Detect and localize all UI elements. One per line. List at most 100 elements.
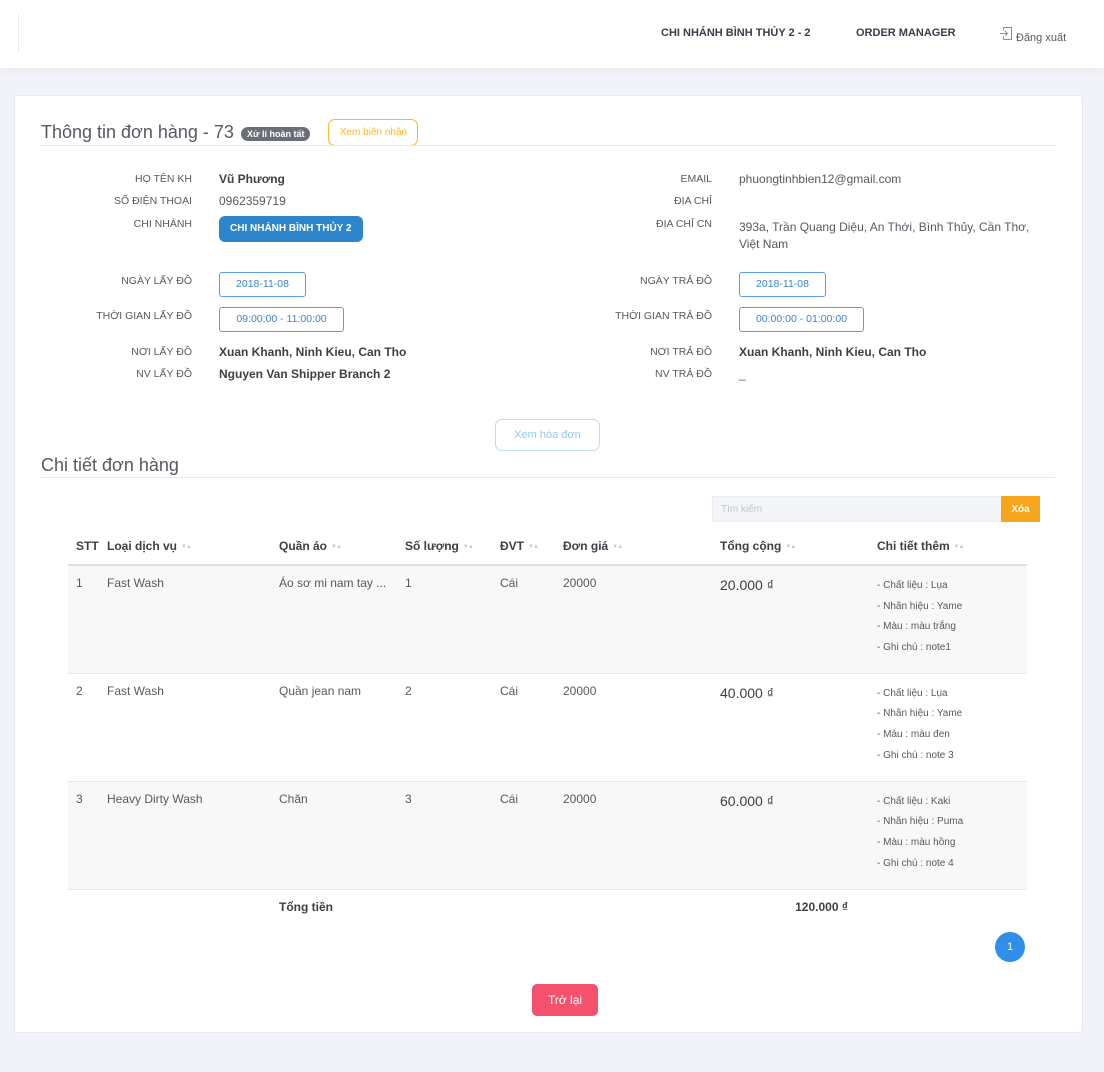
extra-material: - Chất liệu : Lụa bbox=[877, 687, 948, 699]
extra-color: - Màu : màu hồng bbox=[877, 836, 956, 848]
cell-service: Fast Wash bbox=[99, 564, 271, 673]
value-delivery-date: 2018-11-08 bbox=[739, 272, 826, 297]
navbar: CHI NHÁNH BÌNH THỦY 2 - 2 ORDER MANAGER … bbox=[0, 0, 1104, 68]
value-email: phuongtinhbien12@gmail.com bbox=[739, 172, 902, 186]
cell-clothing: Áo sơ mi nam tay ... bbox=[271, 564, 397, 673]
info-phone: SỐ ĐIỆN THOẠI 0962359719 bbox=[64, 193, 286, 209]
cell-stt: 2 bbox=[68, 672, 99, 781]
nav-branch-link[interactable]: CHI NHÁNH BÌNH THỦY 2 - 2 bbox=[661, 26, 811, 40]
status-badge: Xử lí hoàn tất bbox=[240, 126, 311, 141]
info-delivery-place: NƠI TRẢ ĐỒ Xuan Khanh, Ninh Kieu, Can Th… bbox=[584, 344, 926, 360]
info-customer-name: HỌ TÊN KH Vũ Phương bbox=[64, 171, 285, 187]
sort-icon[interactable] bbox=[463, 543, 473, 551]
cell-unit-price: 20000 bbox=[555, 564, 712, 673]
column-header-stt[interactable]: STT bbox=[68, 535, 99, 566]
sort-icon[interactable] bbox=[331, 543, 341, 551]
column-header-service[interactable]: Loại dịch vụ bbox=[99, 535, 271, 566]
total-label: Tổng tiền bbox=[271, 888, 397, 925]
label-branch-address: ĐỊA CHỈ CN bbox=[655, 218, 712, 230]
column-label: Tổng cộng bbox=[720, 539, 782, 553]
label-delivery-time: THỜI GIAN TRẢ ĐỒ bbox=[615, 310, 712, 322]
label-address: ĐỊA CHỈ bbox=[674, 195, 712, 207]
page-title: Thông tin đơn hàng - 73 bbox=[41, 122, 234, 142]
extra-brand: - Nhãn hiệu : Puma bbox=[877, 816, 964, 828]
branch-badge: CHI NHÁNH BÌNH THỦY 2 bbox=[219, 216, 363, 242]
label-delivery-place: NƠI TRẢ ĐỒ bbox=[650, 346, 712, 358]
extra-color: - Màu : màu đen bbox=[877, 728, 950, 740]
label-pickup-time: THỜI GIAN LẤY ĐỒ bbox=[96, 310, 192, 322]
cell-unit: Cái bbox=[492, 672, 555, 781]
nav-role-link[interactable]: ORDER MANAGER bbox=[856, 26, 956, 40]
label-delivery-date: NGÀY TRẢ ĐỒ bbox=[640, 275, 712, 287]
cell-stt: 3 bbox=[68, 780, 99, 889]
empty-cell bbox=[99, 888, 271, 925]
pagination-page-button[interactable]: 1 bbox=[995, 932, 1025, 962]
info-pickup-date: NGÀY LẤY ĐỒ 2018-11-08 bbox=[64, 272, 306, 297]
cell-extras: - Chất liệu : Lụa - Nhãn hiệu : Yame - M… bbox=[869, 564, 1027, 673]
extra-material: - Chất liệu : Kaki bbox=[877, 795, 951, 807]
info-delivery-time: THỜI GIAN TRẢ ĐỒ 00:00:00 - 01:00:00 bbox=[584, 307, 864, 332]
sort-icon[interactable] bbox=[612, 543, 622, 551]
value-branch-address: 393a, Trần Quang Diệu, An Thới, Bình Thủ… bbox=[739, 220, 1030, 251]
empty-cell bbox=[492, 888, 555, 925]
column-label: STT bbox=[76, 539, 99, 553]
extra-material: - Chất liệu : Lụa bbox=[877, 580, 948, 591]
back-button[interactable]: Trở lại bbox=[532, 984, 598, 1016]
view-receipt-button[interactable]: Xem biên nhận bbox=[328, 119, 419, 146]
search-input[interactable] bbox=[712, 496, 1001, 522]
cell-line-total: 40.000 ₫ bbox=[712, 672, 869, 781]
column-header-total[interactable]: Tổng cộng bbox=[712, 535, 869, 566]
column-header-extras[interactable]: Chi tiết thêm bbox=[869, 535, 1027, 566]
navbar-left-divider bbox=[18, 14, 19, 53]
info-branch: CHI NHÁNH CHI NHÁNH BÌNH THỦY 2 bbox=[64, 216, 363, 242]
column-header-unit-price[interactable]: Đơn giá bbox=[555, 535, 712, 566]
label-pickup-date: NGÀY LẤY ĐỒ bbox=[121, 275, 192, 287]
cell-line-total: 20.000 ₫ bbox=[712, 564, 869, 673]
column-header-quantity[interactable]: Số lượng bbox=[397, 535, 492, 566]
grand-total: 120.000 ₫ bbox=[712, 888, 869, 925]
label-branch: CHI NHÁNH bbox=[133, 218, 192, 230]
table-row: 1 Fast Wash Áo sơ mi nam tay ... 1 Cái 2… bbox=[68, 564, 1027, 673]
column-header-unit[interactable]: ĐVT bbox=[492, 535, 555, 566]
extra-note: - Ghi chú : note 3 bbox=[877, 749, 954, 761]
label-phone: SỐ ĐIỆN THOẠI bbox=[114, 195, 192, 207]
empty-cell bbox=[555, 888, 712, 925]
value-pickup-time: 09:00:00 - 11:00:00 bbox=[219, 307, 344, 332]
extra-note: - Ghi chú : note 4 bbox=[877, 857, 954, 869]
sort-icon[interactable] bbox=[528, 543, 538, 551]
label-pickup-staff: NV LẤY ĐỒ bbox=[136, 368, 192, 380]
value-delivery-time: 00:00:00 - 01:00:00 bbox=[739, 307, 864, 332]
empty-cell bbox=[68, 888, 99, 925]
table-row: 2 Fast Wash Quần jean nam 2 Cái 20000 40… bbox=[68, 672, 1027, 781]
column-label: Số lượng bbox=[405, 539, 459, 553]
logout-link[interactable]: Đăng xuất bbox=[999, 26, 1079, 46]
table-footer-row: Tổng tiền 120.000 ₫ bbox=[68, 888, 1027, 925]
cell-unit: Cái bbox=[492, 564, 555, 673]
section-divider bbox=[41, 477, 1055, 478]
label-customer-name: HỌ TÊN KH bbox=[135, 173, 192, 185]
sort-icon[interactable] bbox=[954, 543, 964, 551]
value-delivery-staff: _ bbox=[739, 367, 746, 381]
clear-search-button[interactable]: Xóa bbox=[1001, 496, 1040, 522]
info-delivery-date: NGÀY TRẢ ĐỒ 2018-11-08 bbox=[584, 272, 826, 297]
column-label: Quần áo bbox=[279, 539, 328, 553]
sort-icon[interactable] bbox=[181, 543, 191, 551]
column-header-clothing[interactable]: Quần áo bbox=[271, 535, 397, 566]
cell-service: Fast Wash bbox=[99, 672, 271, 781]
view-invoice-button[interactable]: Xem hóa đơn bbox=[495, 419, 600, 451]
value-customer-name: Vũ Phương bbox=[219, 172, 285, 186]
sort-icon[interactable] bbox=[785, 543, 795, 551]
empty-cell bbox=[397, 888, 492, 925]
cell-extras: - Chất liệu : Kaki - Nhãn hiệu : Puma - … bbox=[869, 780, 1027, 889]
order-card: Thông tin đơn hàng - 73 Xử lí hoàn tất X… bbox=[14, 95, 1083, 1033]
value-delivery-place: Xuan Khanh, Ninh Kieu, Can Tho bbox=[739, 345, 927, 359]
cell-stt: 1 bbox=[68, 564, 99, 673]
column-label: Đơn giá bbox=[563, 539, 609, 553]
info-pickup-place: NƠI LẤY ĐỒ Xuan Khanh, Ninh Kieu, Can Th… bbox=[64, 344, 406, 360]
extra-brand: - Nhãn hiệu : Yame bbox=[877, 708, 963, 720]
label-email: EMAIL bbox=[680, 173, 712, 185]
order-header: Thông tin đơn hàng - 73 Xử lí hoàn tất X… bbox=[41, 119, 419, 146]
info-pickup-staff: NV LẤY ĐỒ Nguyen Van Shipper Branch 2 bbox=[64, 366, 390, 382]
cell-unit-price: 20000 bbox=[555, 672, 712, 781]
extra-note: - Ghi chú : note1 bbox=[877, 642, 951, 654]
